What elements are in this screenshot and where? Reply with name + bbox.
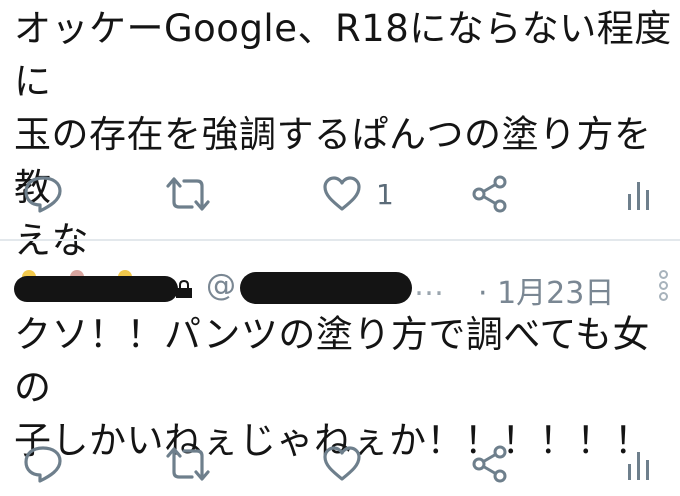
heart-icon [323,446,361,481]
reply-icon [24,446,62,483]
reply-button[interactable] [22,166,64,222]
tweet-actions [0,436,680,492]
retweet-icon [166,447,210,481]
tweet-2[interactable]: @ … · 1月23日 クソ！！パンツの塗り方で調べても女の 子しかいねぇじゃね… [0,242,680,496]
share-button[interactable] [470,166,510,222]
like-button[interactable]: 1 [322,166,394,222]
share-button[interactable] [470,436,510,492]
more-options-icon[interactable] [656,270,670,308]
like-button[interactable] [322,436,362,492]
redacted-display-name [14,276,178,302]
tweet-actions: 1 [0,166,680,222]
lock-icon [176,280,192,298]
tweet-1[interactable]: オッケーGoogle、R18にならない程度に 玉の存在を強調するぱんつの塗り方を… [0,0,680,262]
tweet-divider [0,239,680,241]
handle-prefix: @ [206,268,236,303]
share-icon [472,175,507,213]
reply-button[interactable] [22,436,64,492]
like-count: 1 [376,177,394,211]
analytics-button[interactable] [624,166,654,222]
analytics-icon [628,182,649,210]
tweet-header: @ … · 1月23日 [0,266,680,312]
tweet-text: オッケーGoogle、R18にならない程度に 玉の存在を強調するぱんつの塗り方を… [14,7,672,262]
retweet-button[interactable] [164,436,212,492]
tweet-date[interactable]: · 1月23日 [478,268,614,312]
retweet-button[interactable] [164,166,212,222]
handle-ellipsis: … [414,268,446,303]
share-icon [472,445,507,483]
retweet-icon [166,177,210,211]
redacted-handle [240,272,412,304]
analytics-button[interactable] [624,436,654,492]
heart-icon [323,176,361,211]
analytics-icon [628,452,649,480]
reply-icon [24,176,62,213]
